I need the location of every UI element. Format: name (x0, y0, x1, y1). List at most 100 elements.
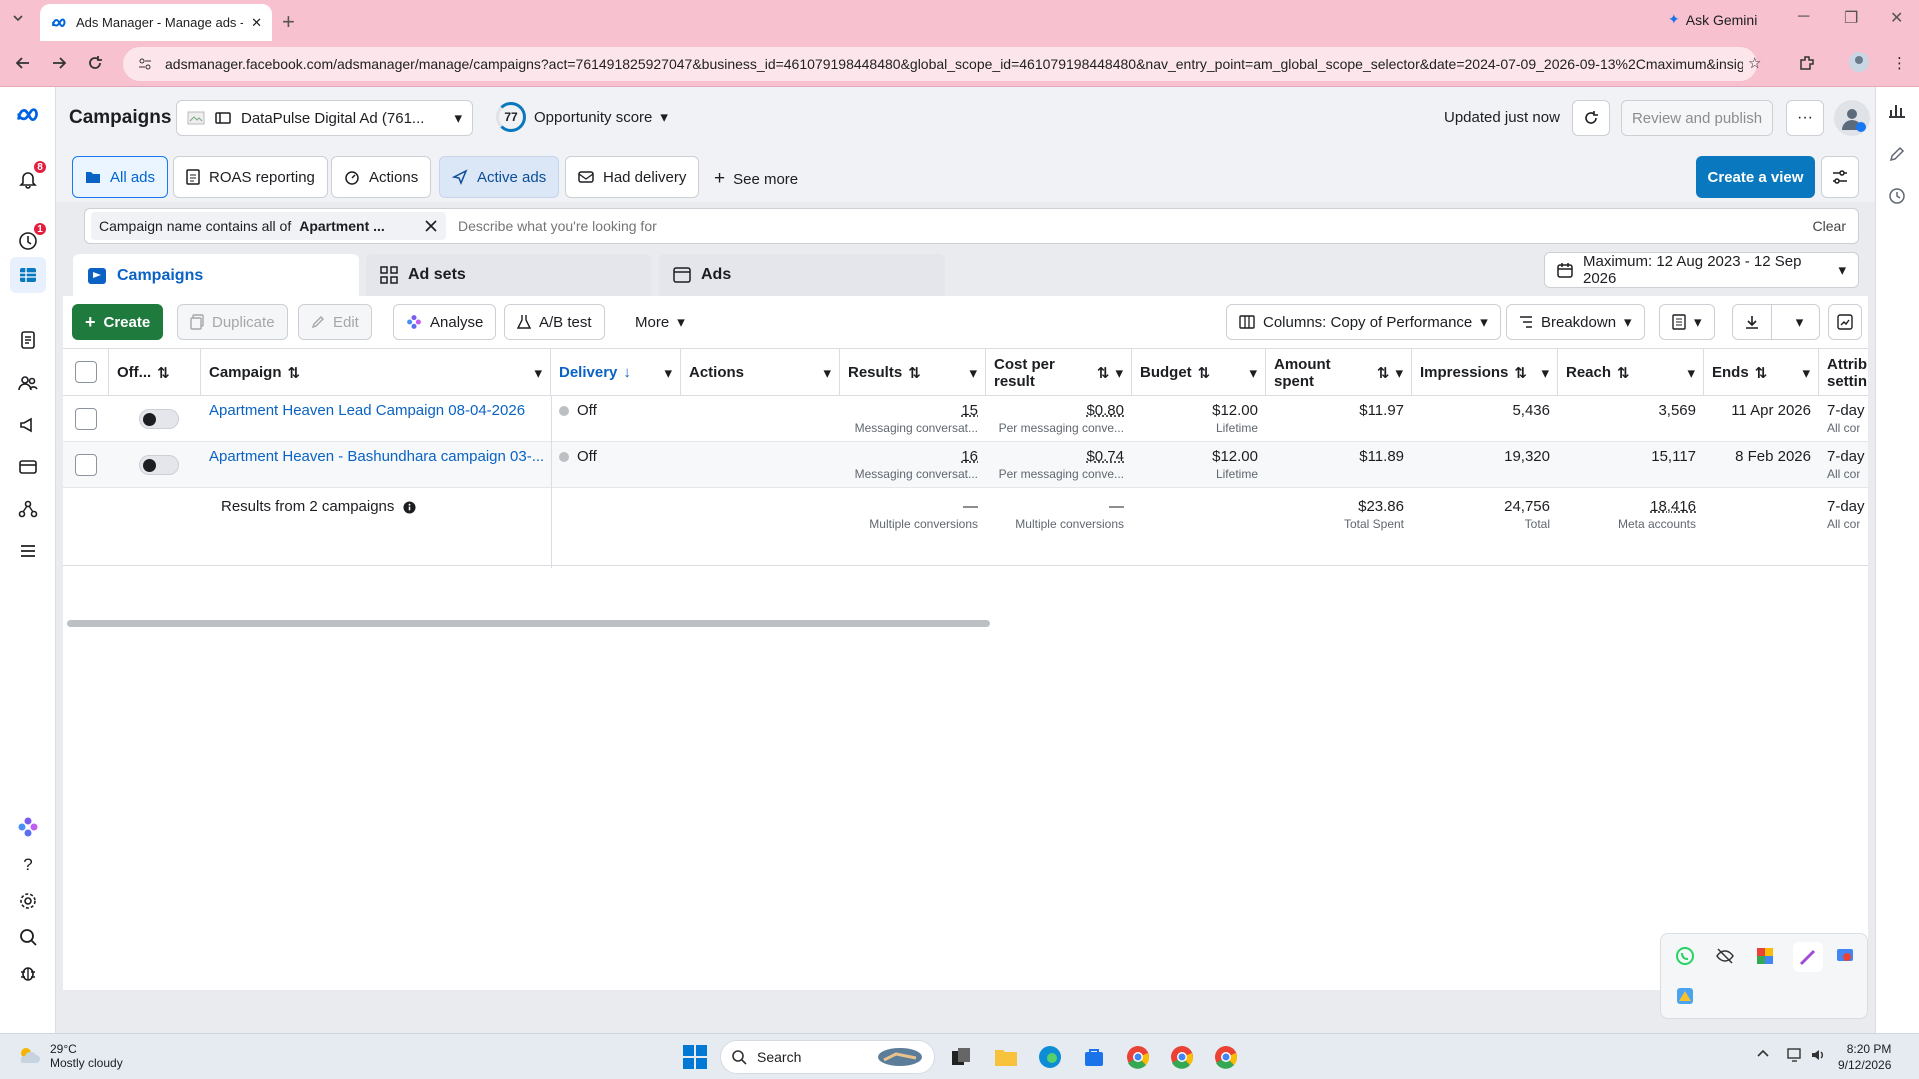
column-header-offon[interactable]: Off... ⇅ (109, 349, 201, 396)
remove-filter-icon[interactable] (424, 219, 438, 233)
network-icon[interactable] (1787, 1047, 1805, 1063)
settings-gear-icon[interactable] (14, 887, 42, 915)
view-had-delivery[interactable]: Had delivery (565, 156, 700, 198)
address-bar[interactable]: adsmanager.facebook.com/adsmanager/manag… (123, 47, 1757, 81)
whatsapp-icon[interactable] (1675, 946, 1697, 968)
minimize-icon[interactable]: ─ (1798, 8, 1809, 26)
column-menu-icon[interactable]: ▾ (1802, 364, 1810, 382)
all-tools-menu-icon[interactable] (14, 537, 42, 565)
table-row[interactable]: Apartment Heaven - Bashundhara campaign … (63, 442, 1868, 488)
store-icon[interactable] (1083, 1046, 1105, 1068)
chrome-profile-1-icon[interactable] (1126, 1045, 1150, 1069)
sort-icon[interactable]: ⇅ (1755, 364, 1768, 382)
alerts-icon[interactable]: 1 (14, 221, 48, 255)
weather-widget[interactable]: 29°C Mostly cloudy (16, 1042, 123, 1070)
profile-avatar-icon[interactable] (1848, 51, 1870, 73)
history-clock-icon[interactable] (1888, 187, 1906, 205)
sort-icon[interactable]: ⇅ (1514, 364, 1527, 382)
sort-icon[interactable]: ⇅ (1377, 364, 1390, 382)
campaign-name-link[interactable]: Apartment Heaven Lead Campaign 08-04-202… (209, 402, 525, 419)
reports-dropdown[interactable]: ▾ (1659, 304, 1715, 340)
search-icon[interactable] (14, 923, 42, 951)
more-actions-button[interactable]: More ▾ (623, 304, 697, 340)
create-button[interactable]: + Create (72, 304, 164, 340)
row-checkbox[interactable] (75, 408, 97, 430)
extensions-icon[interactable] (1798, 54, 1816, 72)
column-header-amount-spent[interactable]: Amount spent ⇅ ▾ (1266, 349, 1412, 396)
meta-ai-flower-icon[interactable] (14, 813, 42, 841)
account-selector[interactable]: DataPulse Digital Ad (761... ▾ (176, 100, 473, 136)
summary-reach-value[interactable]: 18,416 (1650, 498, 1696, 515)
file-explorer-icon[interactable] (994, 1046, 1018, 1068)
cpr-value[interactable]: $0.74 (1086, 448, 1124, 465)
column-menu-icon[interactable]: ▾ (1687, 364, 1695, 382)
ask-gemini-button[interactable]: ✦ Ask Gemini (1668, 11, 1757, 28)
chrome-profile-2-icon[interactable] (1170, 1045, 1194, 1069)
user-avatar[interactable] (1834, 100, 1870, 136)
view-all-ads[interactable]: All ads (72, 156, 169, 198)
results-value[interactable]: 16 (961, 448, 978, 465)
duplicate-button[interactable]: Duplicate (177, 304, 288, 340)
close-window-icon[interactable]: ✕ (1890, 8, 1903, 28)
export-chevron-down-icon[interactable]: ▾ (1780, 313, 1819, 331)
date-range-picker[interactable]: Maximum: 12 Aug 2023 - 12 Sep 2026 ▾ (1544, 252, 1859, 288)
hide-eye-icon[interactable] (1715, 946, 1737, 968)
view-settings-button[interactable] (1821, 156, 1859, 198)
see-more-views-button[interactable]: + See more (714, 168, 798, 190)
task-view-icon[interactable] (950, 1046, 972, 1068)
browser-tab[interactable]: Ads Manager - Manage ads - C ✕ (40, 4, 272, 41)
column-header-campaign[interactable]: Campaign ⇅ ▾ (201, 349, 551, 396)
site-info-icon[interactable] (137, 56, 153, 72)
row-checkbox[interactable] (75, 454, 97, 476)
campaign-toggle[interactable] (139, 455, 179, 475)
chrome-profile-3-icon[interactable] (1214, 1045, 1238, 1069)
advertising-megaphone-icon[interactable] (14, 411, 42, 439)
restore-icon[interactable]: ❐ (1844, 8, 1858, 28)
tab-close-icon[interactable]: ✕ (251, 15, 262, 31)
column-header-budget[interactable]: Budget ⇅ ▾ (1132, 349, 1266, 396)
sort-icon[interactable]: ⇅ (1097, 364, 1110, 382)
sort-icon[interactable]: ⇅ (1617, 364, 1630, 382)
bookmark-star-icon[interactable]: ☆ (1748, 54, 1761, 72)
column-header-delivery[interactable]: Delivery ↓ ▾ (551, 349, 681, 396)
table-row[interactable]: Apartment Heaven Lead Campaign 08-04-202… (63, 396, 1868, 442)
column-menu-icon[interactable]: ▾ (1395, 364, 1403, 382)
back-icon[interactable] (14, 54, 32, 72)
column-menu-icon[interactable]: ▾ (1249, 364, 1257, 382)
system-clock[interactable]: 8:20 PM 9/12/2026 (1838, 1041, 1891, 1073)
edge-browser-icon[interactable] (1038, 1045, 1062, 1069)
column-menu-icon[interactable]: ▾ (1115, 364, 1123, 382)
volume-icon[interactable] (1810, 1047, 1826, 1063)
filter-search-input[interactable] (446, 218, 1813, 234)
column-header-impressions[interactable]: Impressions ⇅ ▾ (1412, 349, 1558, 396)
browser-menu-icon[interactable]: ⋮ (1892, 54, 1907, 72)
analyse-button[interactable]: Analyse (393, 304, 497, 340)
tab-ads[interactable]: Ads (659, 254, 945, 296)
edit-pencil-icon[interactable] (1888, 145, 1906, 163)
column-header-actions[interactable]: Actions ▾ (681, 349, 840, 396)
filter-chip-campaign-name[interactable]: Campaign name contains all of Apartment … (91, 212, 446, 240)
create-view-button[interactable]: Create a view (1696, 156, 1815, 198)
reload-icon[interactable] (86, 54, 104, 72)
view-actions[interactable]: Actions (331, 156, 432, 198)
reports-icon[interactable] (14, 326, 42, 354)
tray-chevron-up-icon[interactable] (1756, 1047, 1770, 1061)
horizontal-scrollbar[interactable] (67, 620, 990, 627)
sort-icon[interactable]: ⇅ (288, 364, 301, 382)
breakdown-selector[interactable]: Breakdown ▾ (1506, 304, 1645, 340)
column-menu-icon[interactable]: ▾ (969, 364, 977, 382)
sort-icon[interactable]: ⇅ (157, 364, 170, 382)
tab-campaigns[interactable]: Campaigns (73, 254, 359, 298)
audiences-icon[interactable] (14, 369, 42, 397)
select-all-checkbox[interactable] (75, 361, 97, 383)
tab-search-chevron-icon[interactable] (10, 10, 26, 26)
insights-chart-icon[interactable] (1888, 101, 1906, 119)
pen-extension-icon[interactable] (1793, 942, 1823, 972)
taskbar-search[interactable]: Search (720, 1040, 935, 1074)
campaign-name-link[interactable]: Apartment Heaven - Bashundhara campaign … (209, 448, 544, 465)
review-and-publish-button[interactable]: Review and publish (1621, 100, 1773, 136)
forward-icon[interactable] (50, 54, 68, 72)
billing-card-icon[interactable] (14, 453, 42, 481)
notifications-bell-icon[interactable]: 8 (14, 159, 48, 193)
sort-icon[interactable]: ⇅ (908, 364, 921, 382)
